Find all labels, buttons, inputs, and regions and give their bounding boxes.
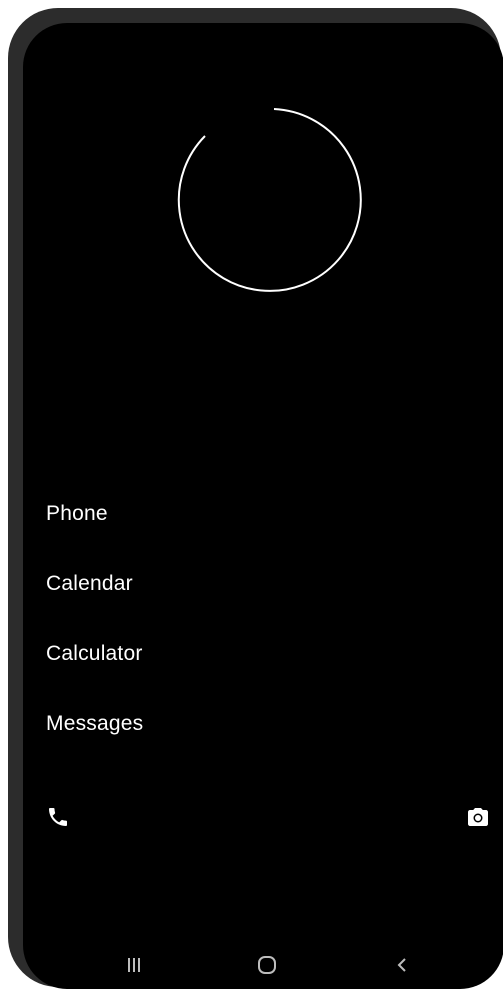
app-item-messages[interactable]: Messages — [46, 689, 143, 759]
home-icon — [258, 956, 276, 974]
camera-icon — [468, 808, 488, 826]
app-label: Phone — [46, 502, 108, 525]
navigation-bar — [23, 945, 503, 985]
app-label: Messages — [46, 712, 144, 735]
app-item-calculator[interactable]: Calculator — [46, 619, 143, 689]
recents-button[interactable] — [114, 945, 154, 985]
app-label: Calendar — [46, 572, 133, 595]
back-icon — [397, 958, 406, 972]
camera-shortcut-button[interactable] — [461, 800, 495, 834]
phone-shortcut-button[interactable] — [41, 800, 75, 834]
app-label: Calculator — [46, 642, 143, 665]
phone-icon — [49, 808, 67, 826]
progress-ring-icon — [177, 108, 362, 292]
recents-icon — [128, 958, 140, 972]
app-item-calendar[interactable]: Calendar — [46, 549, 143, 619]
device-frame: Phone Calendar Calculator Messages — [8, 8, 503, 989]
home-button[interactable] — [247, 945, 287, 985]
app-list: Phone Calendar Calculator Messages — [46, 479, 143, 759]
lock-screen: Phone Calendar Calculator Messages — [23, 23, 503, 989]
back-button[interactable] — [383, 945, 423, 985]
app-item-phone[interactable]: Phone — [46, 479, 143, 549]
